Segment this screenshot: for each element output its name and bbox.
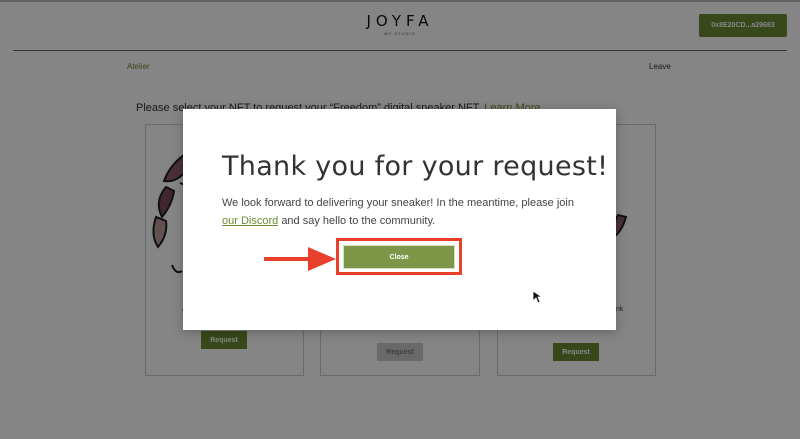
modal-message: We look forward to delivering your sneak… xyxy=(222,194,582,230)
confirmation-modal: Thank you for your request! We look forw… xyxy=(183,109,616,330)
arrow-right-icon xyxy=(264,247,336,271)
page: JOYFA MY STUDIO 0x8E20CD...a29683 Atelie… xyxy=(0,0,800,439)
modal-message-end: and say hello to the community. xyxy=(281,215,436,227)
modal-message-start: We look forward to delivering your sneak… xyxy=(222,197,574,209)
close-button[interactable]: Close xyxy=(343,245,455,269)
discord-link[interactable]: our Discord xyxy=(222,215,278,227)
mouse-cursor-icon xyxy=(532,290,542,304)
modal-title: Thank you for your request! xyxy=(222,151,609,182)
